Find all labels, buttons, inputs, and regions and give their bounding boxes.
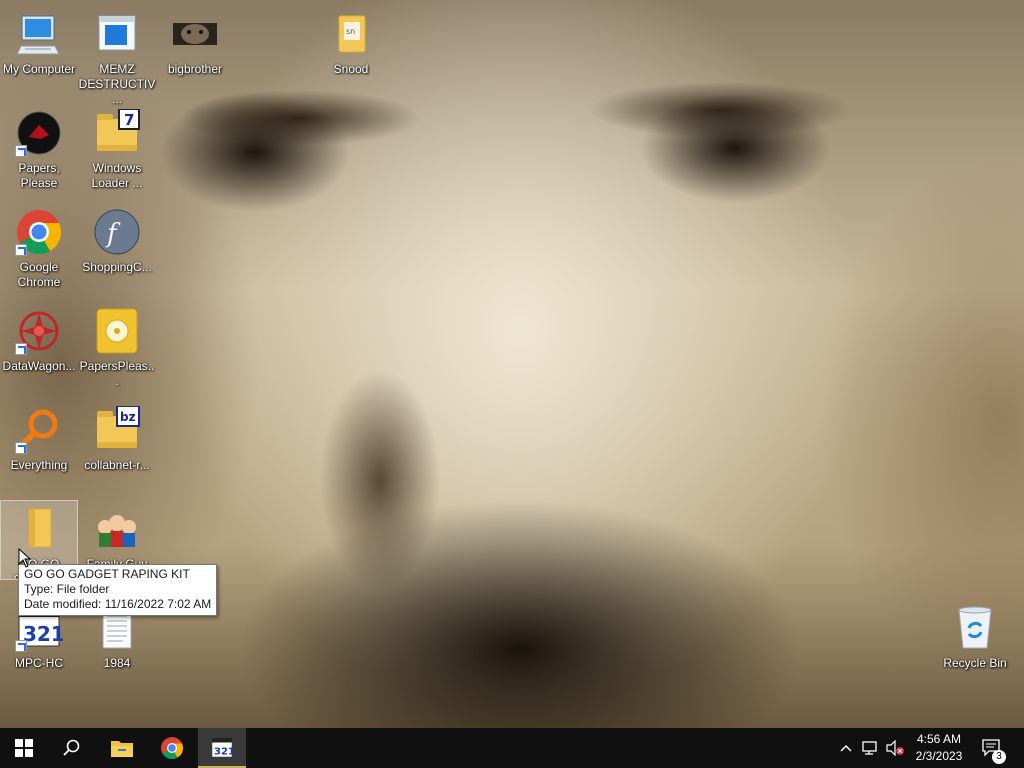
shortcut-arrow-icon [15,145,27,157]
start-button[interactable] [0,728,48,768]
chrome-icon [15,208,63,256]
svg-text:7: 7 [124,111,134,129]
mouse-cursor-icon [18,547,32,573]
svg-text:bz: bz [120,410,136,424]
windows-logo-icon [15,739,33,757]
icon-label: DataWagon... [2,359,76,373]
shortcut-arrow-icon [15,442,27,454]
network-icon [862,741,877,755]
icon-label: Snood [333,62,369,76]
tooltip-type: Type: File folder [24,582,110,596]
disc-image-icon [93,307,141,355]
clock-date: 2/3/2023 [915,749,963,763]
tooltip-date-modified: Date modified: 11/16/2022 7:02 AM [24,597,212,611]
desktop-icon-recycle-bin[interactable]: Recycle Bin [937,600,1013,671]
desktop-icon-google-chrome[interactable]: Google Chrome [1,204,77,290]
icon-label: Google Chrome [17,260,61,289]
application-window-icon [93,10,141,58]
action-center-button[interactable]: 3 [980,728,1006,768]
icon-label: My Computer [2,62,76,76]
icon-label: MPC-HC [15,656,63,670]
flash-icon: f [93,208,141,256]
folder-icon [15,505,63,553]
icon-label: ShoppingC... [82,260,152,274]
folder-icon: sn [327,10,375,58]
search-icon [63,739,80,756]
magnifier-icon [15,406,63,454]
papers-please-icon [15,109,63,157]
file-tooltip: GO GO GADGET RAPING KIT Type: File folde… [18,564,218,616]
desktop-icon-bigbrother[interactable]: bigbrother [157,6,233,77]
taskbar-mpc-hc[interactable]: 321 [198,728,246,768]
datawagon-icon [15,307,63,355]
image-thumbnail-icon [171,10,219,58]
icon-label: bigbrother [167,62,223,76]
search-button[interactable] [48,728,96,768]
svg-text:321: 321 [214,747,234,758]
icon-label: PapersPleas... [79,359,155,388]
shortcut-arrow-icon [15,640,27,652]
chevron-up-icon [840,744,852,752]
icon-label: collabnet-r... [84,458,150,472]
file-explorer-icon [111,741,133,757]
folder-icon: bz [93,406,141,454]
svg-text:sn: sn [346,27,355,36]
shortcut-arrow-icon [15,244,27,256]
computer-icon [15,10,63,58]
icon-label: Papers, Please [18,161,60,190]
desktop-icon-everything[interactable]: Everything [1,402,77,473]
icon-label: Recycle Bin [943,656,1007,670]
icon-label: Everything [10,458,68,472]
recycle-bin-icon [951,604,999,652]
folder-icon: 7 [93,109,141,157]
desktop-icon-my-computer[interactable]: My Computer [1,6,77,77]
desktop-icon-snood[interactable]: sn Snood [313,6,389,77]
volume-button[interactable] [884,728,906,768]
taskbar-file-explorer[interactable] [98,728,146,768]
chrome-icon [161,737,183,759]
volume-muted-icon [886,740,904,756]
show-hidden-icons-button[interactable] [836,728,856,768]
icon-label: Windows Loader ... [91,161,143,190]
svg-text:321: 321 [23,622,63,646]
icon-label: 1984 [103,656,131,670]
taskbar-google-chrome[interactable] [148,728,196,768]
shortcut-arrow-icon [15,343,27,355]
network-button[interactable] [860,728,882,768]
desktop-icon-collabnet[interactable]: bz collabnet-r... [79,402,155,473]
desktop-icon-datawagon[interactable]: DataWagon... [1,303,77,374]
taskbar: 321 4:56 AM 2/3/2023 3 [0,728,1024,768]
desktop[interactable]: My Computer MEMZ DESTRUCTIV... bigbrothe… [0,0,1024,728]
clock-time: 4:56 AM [916,732,962,746]
desktop-icon-paperspleas[interactable]: PapersPleas... [79,303,155,389]
notification-count-badge: 3 [992,750,1006,764]
media-player-icon: 321 [211,738,234,758]
desktop-icon-papers-please[interactable]: Papers, Please [1,105,77,191]
desktop-icon-family-guy[interactable]: Family Guy [79,501,155,565]
family-guy-icon [93,505,141,553]
desktop-icon-memz[interactable]: MEMZ DESTRUCTIV... [79,6,155,107]
tooltip-name: GO GO GADGET RAPING KIT [24,567,190,581]
desktop-icon-windows-loader[interactable]: 7 Windows Loader ... [79,105,155,191]
desktop-icon-shoppingc[interactable]: f ShoppingC... [79,204,155,275]
icon-label: MEMZ DESTRUCTIV... [78,62,156,106]
taskbar-clock[interactable]: 4:56 AM 2/3/2023 [904,731,974,765]
